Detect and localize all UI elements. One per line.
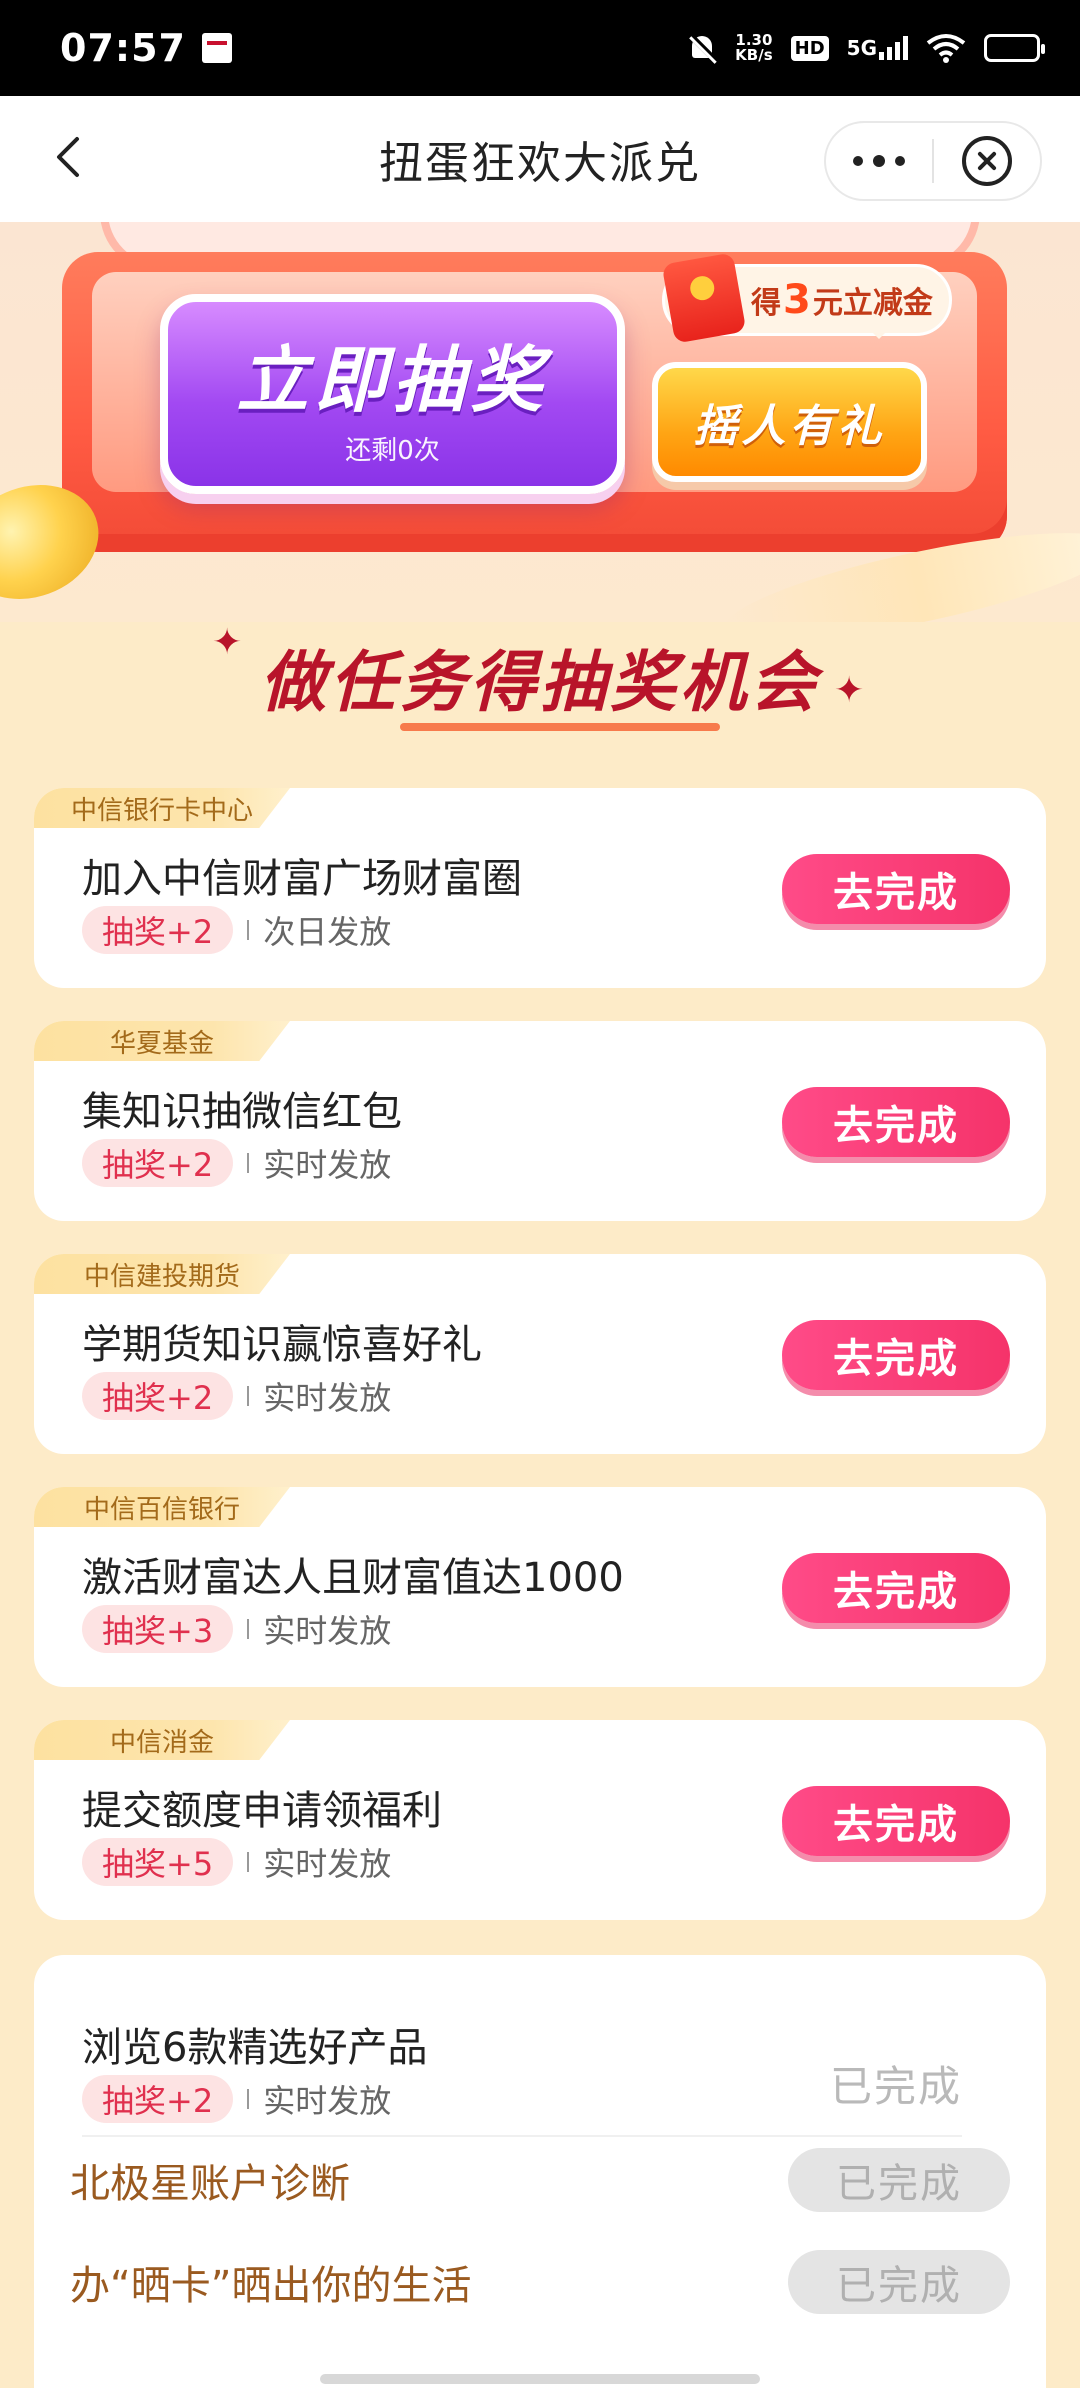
- nav-bar: 扭蛋狂欢大派兑: [0, 96, 1080, 222]
- task-card: 华夏基金 集知识抽微信红包 抽奖+2 实时发放 去完成: [34, 1021, 1046, 1221]
- sponsor-tag: 中信消金: [34, 1720, 290, 1760]
- section-header: ✦ 做任务得抽奖机会 ✦: [0, 622, 1080, 732]
- close-button[interactable]: [934, 123, 1040, 199]
- sparkle-icon: ✦: [212, 622, 243, 663]
- net-speed: 1.30 KB/s: [735, 33, 772, 63]
- more-button[interactable]: [826, 123, 932, 199]
- reward-badge: 抽奖+2: [82, 1139, 234, 1187]
- task-meta: 抽奖+3 实时发放: [82, 1605, 391, 1653]
- section-title: 做任务得抽奖机会: [260, 629, 820, 731]
- task-meta: 抽奖+2 实时发放: [82, 2075, 391, 2123]
- invite-friends-button[interactable]: 摇人有礼: [652, 362, 927, 482]
- task-card: 中信银行卡中心 加入中信财富广场财富圈 抽奖+2 次日发放 去完成: [34, 788, 1046, 988]
- reward-badge: 抽奖+2: [82, 1372, 234, 1420]
- status-bar: 07:57 1.30 KB/s HD 5G: [0, 0, 1080, 96]
- task-list: 中信银行卡中心 加入中信财富广场财富圈 抽奖+2 次日发放 去完成 华夏基金 集…: [34, 788, 1046, 1953]
- hero-banner: 立即抽奖 还剩0次 得 3 元立减金 摇人有礼: [0, 222, 1080, 622]
- network-type: 5G: [846, 36, 877, 60]
- completed-pill: 已完成: [788, 2250, 1010, 2314]
- meta-divider: [247, 920, 250, 940]
- battery-icon: [984, 34, 1045, 62]
- news-app-icon: [201, 33, 232, 63]
- wifi-icon: [926, 34, 966, 63]
- sub-task-label: 办“晒卡”晒出你的生活: [70, 2263, 472, 2309]
- task-title: 浏览6款精选好产品: [82, 2025, 428, 2071]
- complete-task-button[interactable]: 去完成: [782, 1320, 1010, 1390]
- meta-divider: [247, 2089, 250, 2109]
- task-title: 提交额度申请领福利: [82, 1788, 442, 1834]
- sub-task-label: 北极星账户诊断: [70, 2161, 350, 2207]
- complete-task-button[interactable]: 去完成: [782, 1786, 1010, 1856]
- completed-pill: 已完成: [788, 2148, 1010, 2212]
- release-time: 实时发放: [263, 2082, 392, 2120]
- task-card: 中信百信银行 激活财富达人且财富值达1000 抽奖+3 实时发放 去完成: [34, 1487, 1046, 1687]
- meta-divider: [247, 1153, 250, 1173]
- draw-now-button[interactable]: 立即抽奖 还剩0次: [160, 294, 625, 494]
- meta-divider: [247, 1386, 250, 1406]
- task-meta: 抽奖+2 实时发放: [82, 1139, 391, 1187]
- bubble-amount: 3: [783, 277, 811, 323]
- reward-badge: 抽奖+2: [82, 2075, 234, 2123]
- sub-task-row: 办“晒卡”晒出你的生活 已完成: [70, 2247, 1010, 2317]
- back-button[interactable]: [44, 132, 94, 182]
- home-indicator[interactable]: [320, 2374, 760, 2384]
- task-card: 中信消金 提交额度申请领福利 抽奖+5 实时发放 去完成: [34, 1720, 1046, 1920]
- task-title: 学期货知识赢惊喜好礼: [82, 1322, 482, 1368]
- completed-task-card: 浏览6款精选好产品 抽奖+2 实时发放 已完成 北极星账户诊断 已完成 办“晒卡…: [34, 1955, 1046, 2388]
- remaining-chances: 还剩0次: [345, 436, 440, 466]
- net-speed-unit: KB/s: [735, 46, 773, 64]
- back-icon: [57, 137, 79, 177]
- task-meta: 抽奖+2 实时发放: [82, 1372, 391, 1420]
- complete-task-button[interactable]: 去完成: [782, 1553, 1010, 1623]
- sponsor-tag: 中信百信银行: [34, 1487, 290, 1527]
- hd-icon: HD: [790, 35, 829, 61]
- sub-task-row: 北极星账户诊断 已完成: [70, 2145, 1010, 2215]
- draw-button-label: 立即抽奖: [236, 338, 549, 422]
- release-time: 实时发放: [263, 1845, 392, 1883]
- sponsor-tag: 中信银行卡中心: [34, 788, 290, 828]
- status-icons: 1.30 KB/s HD 5G: [687, 33, 1045, 63]
- divider: [82, 2135, 962, 2137]
- reward-badge: 抽奖+5: [82, 1838, 234, 1886]
- close-icon: [962, 136, 1012, 186]
- release-time: 次日发放: [263, 913, 392, 951]
- bubble-suffix: 元立减金: [812, 286, 933, 321]
- release-time: 实时发放: [263, 1146, 392, 1184]
- completed-status: 已完成: [829, 2062, 962, 2111]
- task-meta: 抽奖+2 次日发放: [82, 906, 391, 954]
- bubble-prefix: 得: [751, 286, 781, 321]
- complete-task-button[interactable]: 去完成: [782, 1087, 1010, 1157]
- bell-off-icon: [687, 33, 717, 63]
- complete-task-button[interactable]: 去完成: [782, 854, 1010, 924]
- task-card: 中信建投期货 学期货知识赢惊喜好礼 抽奖+2 实时发放 去完成: [34, 1254, 1046, 1454]
- mini-program-capsule: [824, 121, 1042, 201]
- meta-divider: [247, 1852, 250, 1872]
- task-title: 激活财富达人且财富值达1000: [82, 1555, 624, 1601]
- signal-icon: 5G: [847, 36, 908, 60]
- more-icon: [853, 156, 863, 166]
- release-time: 实时发放: [263, 1612, 392, 1650]
- sparkle-icon: ✦: [834, 670, 865, 711]
- red-envelope-icon: [661, 252, 747, 344]
- page-title: 扭蛋狂欢大派兑: [379, 138, 701, 189]
- release-time: 实时发放: [263, 1379, 392, 1417]
- task-meta: 抽奖+5 实时发放: [82, 1838, 391, 1886]
- reward-badge: 抽奖+3: [82, 1605, 234, 1653]
- status-time: 07:57: [60, 26, 186, 70]
- task-title: 集知识抽微信红包: [82, 1089, 402, 1135]
- sponsor-tag: 华夏基金: [34, 1021, 290, 1061]
- meta-divider: [247, 1619, 250, 1639]
- sponsor-tag: 中信建投期货: [34, 1254, 290, 1294]
- reward-badge: 抽奖+2: [82, 906, 234, 954]
- task-title: 加入中信财富广场财富圈: [82, 856, 522, 902]
